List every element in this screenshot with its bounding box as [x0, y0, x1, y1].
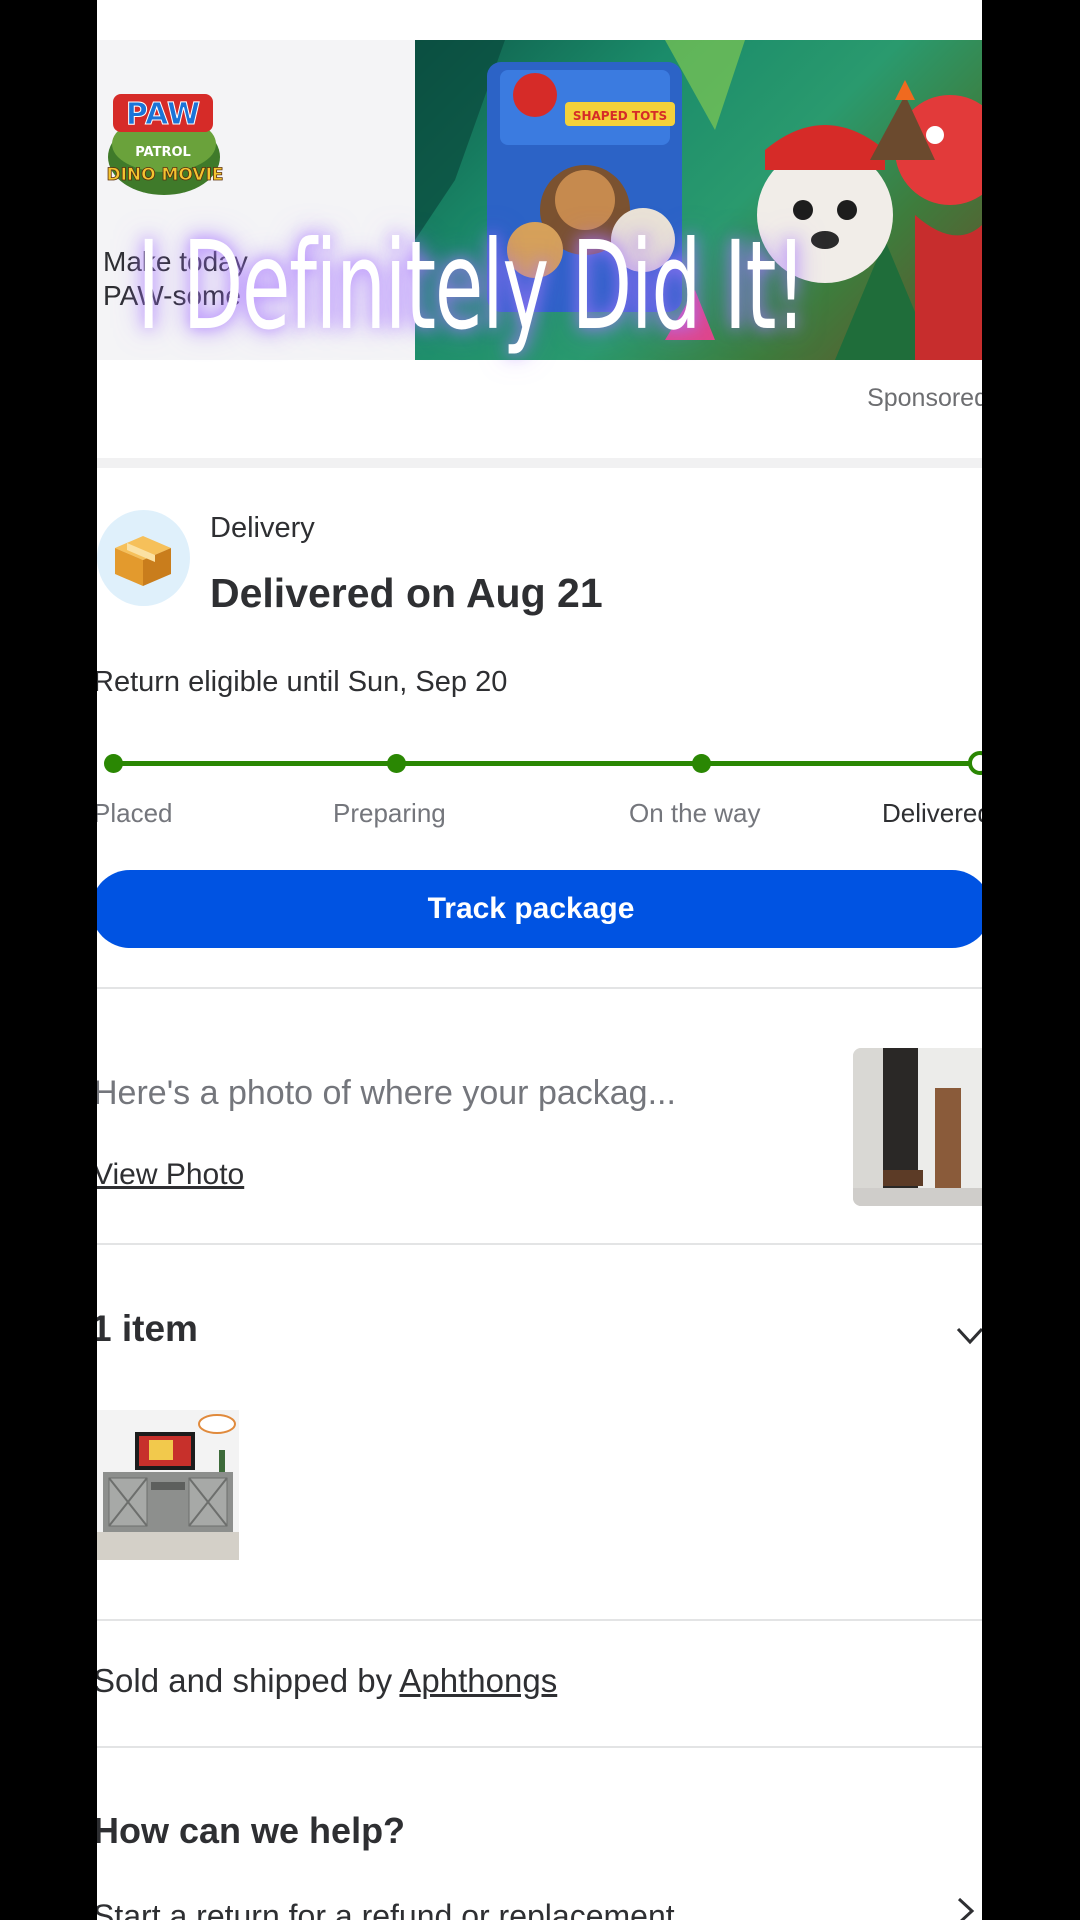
return-eligibility-text: Return eligible until Sun, Sep 20 [97, 666, 508, 698]
step-label-delivered: Delivered [882, 798, 982, 828]
svg-text:PAW: PAW [126, 97, 200, 132]
step-label-preparing: Preparing [333, 798, 446, 828]
help-option-return[interactable]: Start a return for a refund or replaceme… [97, 1898, 675, 1920]
step-label-placed: Placed [97, 798, 173, 828]
sold-by-prefix: Sold and shipped by [97, 1662, 393, 1699]
delivery-label: Delivery [210, 512, 315, 544]
step-label-on-the-way: On the way [629, 798, 761, 828]
ad-brand-logo: PAW PATROL DINO MOVIE [105, 82, 224, 197]
svg-text:DINO MOVIE: DINO MOVIE [106, 165, 223, 185]
help-heading: How can we help? [97, 1810, 406, 1851]
item-thumbnail-tv-stand[interactable] [97, 1410, 239, 1560]
progress-dot-preparing [387, 754, 406, 773]
order-details-screen: PAW PATROL DINO MOVIE Make today PAW-som… [97, 0, 982, 1920]
ad-product-label: SHAPED TOTS [573, 109, 667, 123]
section-divider [97, 1619, 982, 1621]
delivery-photo-text: Here's a photo of where your packag... [97, 1074, 676, 1112]
video-caption-overlay: I Definitely Did It! [137, 215, 807, 357]
delivery-photo-thumbnail[interactable] [853, 1048, 982, 1206]
section-divider [97, 458, 982, 468]
section-divider [97, 1746, 982, 1748]
chevron-right-icon[interactable] [955, 1896, 977, 1920]
view-photo-link[interactable]: View Photo [97, 1158, 244, 1192]
section-divider [97, 987, 982, 989]
progress-track [113, 761, 979, 766]
section-divider [97, 1243, 982, 1245]
chevron-down-icon[interactable] [955, 1318, 982, 1355]
progress-dot-on-the-way [692, 754, 711, 773]
sold-by-line: Sold and shipped by Aphthongs [97, 1662, 557, 1700]
progress-dot-delivered [968, 751, 982, 775]
items-count-heading: 1 item [97, 1308, 198, 1349]
progress-dot-placed [104, 754, 123, 773]
sponsored-label: Sponsored [867, 384, 982, 412]
svg-text:PATROL: PATROL [135, 145, 191, 160]
track-package-button[interactable]: Track package [97, 870, 982, 948]
seller-link[interactable]: Aphthongs [399, 1662, 557, 1699]
delivery-status-title: Delivered on Aug 21 [210, 570, 603, 616]
package-icon [97, 510, 190, 606]
